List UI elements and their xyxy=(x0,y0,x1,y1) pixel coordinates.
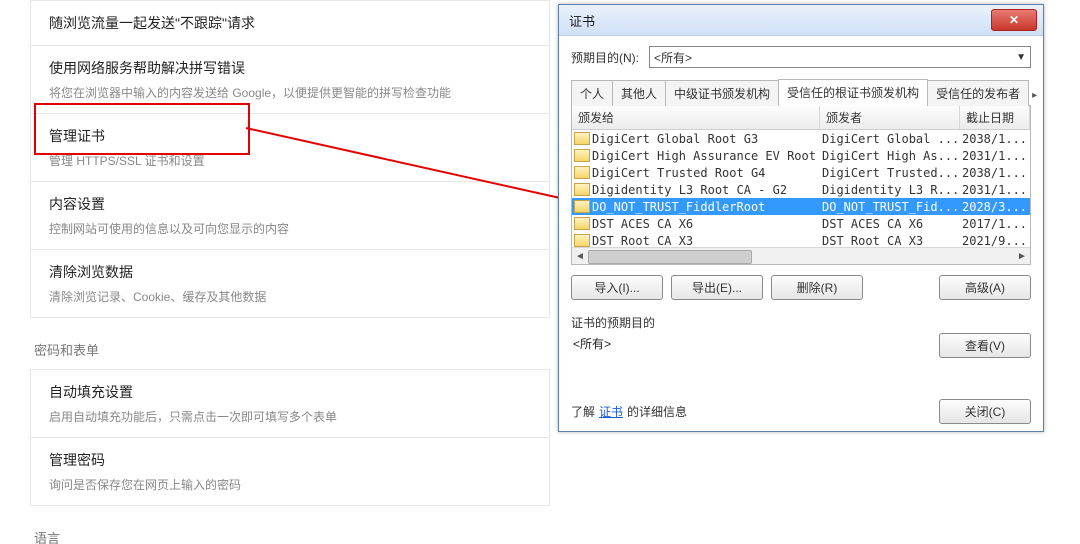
cert-row[interactable]: DO_NOT_TRUST_FiddlerRoot DO_NOT_TRUST_Fid… xyxy=(572,198,1030,215)
setting-subtitle: 询问是否保存您在网页上输入的密码 xyxy=(49,476,531,493)
cert-tabs: 个人 其他人 中级证书颁发机构 受信任的根证书颁发机构 受信任的发布者 ▸ xyxy=(571,78,1031,106)
cert-issued-by: DigiCert High As... xyxy=(820,149,960,163)
setting-title: 随浏览流量一起发送"不跟踪"请求 xyxy=(49,13,531,33)
chevron-down-icon: ▼ xyxy=(1016,52,1026,63)
intended-purpose-combobox[interactable]: <所有> ▼ xyxy=(649,46,1031,68)
export-button[interactable]: 导出(E)... xyxy=(671,275,763,300)
scroll-right-icon[interactable]: ► xyxy=(1014,251,1030,262)
remove-button[interactable]: 删除(R) xyxy=(771,275,863,300)
cert-row[interactable]: DigiCert Trusted Root G4 DigiCert Trusted… xyxy=(572,164,1030,181)
cert-issued-by: DST Root CA X3 xyxy=(820,234,960,248)
cert-issued-by: DST ACES CA X6 xyxy=(820,217,960,231)
cert-issued-by: DO_NOT_TRUST_Fid... xyxy=(820,200,960,214)
view-button[interactable]: 查看(V) xyxy=(939,333,1031,358)
tab-intermediate-ca[interactable]: 中级证书颁发机构 xyxy=(665,80,779,106)
dialog-titlebar[interactable]: 证书 ✕ xyxy=(559,5,1043,36)
tab-overflow-icon[interactable]: ▸ xyxy=(1028,86,1041,105)
cert-list: 颁发给 颁发者 截止日期 DigiCert Global Root G3Digi… xyxy=(571,106,1031,265)
scroll-thumb[interactable] xyxy=(588,250,752,264)
cert-row[interactable]: DST ACES CA X6DST ACES CA X62017/1... xyxy=(572,215,1030,232)
setting-subtitle: 启用自动填充功能后，只需点击一次即可填写多个表单 xyxy=(49,408,531,425)
cert-expiry: 2028/3... xyxy=(960,200,1030,214)
cert-issued-to: DigiCert Global Root G3 xyxy=(592,132,758,146)
cert-expiry: 2017/1... xyxy=(960,217,1030,231)
certificate-icon xyxy=(574,217,590,230)
cert-row[interactable]: DigiCert Global Root G3 DigiCert Global .… xyxy=(572,130,1030,147)
cert-issued-to: DigiCert Trusted Root G4 xyxy=(592,166,765,180)
setting-title: 内容设置 xyxy=(49,194,531,214)
setting-item-clear-data[interactable]: 清除浏览数据 清除浏览记录、Cookie、缓存及其他数据 xyxy=(30,250,550,318)
section-heading-passwords: 密码和表单 xyxy=(34,340,546,359)
cert-expiry: 2031/1... xyxy=(960,149,1030,163)
setting-item-dnt[interactable]: 随浏览流量一起发送"不跟踪"请求 xyxy=(30,0,550,46)
scroll-left-icon[interactable]: ◄ xyxy=(572,251,588,262)
setting-title: 管理证书 xyxy=(49,126,531,146)
setting-item-autofill[interactable]: 自动填充设置 启用自动填充功能后，只需点击一次即可填写多个表单 xyxy=(30,369,550,438)
cert-issued-to: DigiCert High Assurance EV Root CA xyxy=(592,149,820,163)
cert-row[interactable]: DigiCert High Assurance EV Root CADigiCe… xyxy=(572,147,1030,164)
cert-intended-purpose-label: 证书的预期目的 xyxy=(571,314,1031,331)
cert-issued-by: Digidentity L3 R... xyxy=(820,183,960,197)
certificate-icon xyxy=(574,149,590,162)
setting-item-spellcheck[interactable]: 使用网络服务帮助解决拼写错误 将您在浏览器中输入的内容发送给 Google，以便… xyxy=(30,46,550,114)
certificate-icon xyxy=(574,132,590,145)
tab-trusted-publishers[interactable]: 受信任的发布者 xyxy=(927,80,1029,106)
cert-row[interactable]: Digidentity L3 Root CA - G2 Digidentity L… xyxy=(572,181,1030,198)
section-heading-language: 语言 xyxy=(34,528,546,544)
cert-expiry: 2021/9... xyxy=(960,234,1030,248)
dialog-title: 证书 xyxy=(569,11,991,30)
tab-trusted-root-ca[interactable]: 受信任的根证书颁发机构 xyxy=(778,79,928,106)
setting-subtitle: 将您在浏览器中输入的内容发送给 Google，以便提供更智能的拼写检查功能 xyxy=(49,84,531,101)
combobox-value: <所有> xyxy=(654,49,692,66)
setting-subtitle: 控制网站可使用的信息以及可向您显示的内容 xyxy=(49,220,531,237)
cert-issued-to: DO_NOT_TRUST_FiddlerRoot xyxy=(592,200,765,214)
intended-purpose-label: 预期目的(N): xyxy=(571,49,639,66)
certificate-icon xyxy=(574,166,590,179)
setting-title: 管理密码 xyxy=(49,450,531,470)
tab-other-people[interactable]: 其他人 xyxy=(612,80,666,106)
learn-prefix: 了解 xyxy=(571,403,595,420)
cert-issued-to: Digidentity L3 Root CA - G2 xyxy=(592,183,787,197)
close-button[interactable]: ✕ xyxy=(991,9,1037,31)
setting-title: 使用网络服务帮助解决拼写错误 xyxy=(49,58,531,78)
setting-title: 自动填充设置 xyxy=(49,382,531,402)
column-issued-by[interactable]: 颁发者 xyxy=(820,106,960,129)
setting-item-manage-passwords[interactable]: 管理密码 询问是否保存您在网页上输入的密码 xyxy=(30,438,550,506)
scroll-track[interactable] xyxy=(588,248,1014,264)
cert-issued-by: DigiCert Trusted... xyxy=(820,166,960,180)
horizontal-scrollbar[interactable]: ◄ ► xyxy=(572,247,1030,264)
cert-issued-by: DigiCert Global ... xyxy=(820,132,960,146)
certificate-icon xyxy=(574,200,590,213)
column-issued-to[interactable]: 颁发给 xyxy=(572,106,820,129)
learn-suffix: 的详细信息 xyxy=(627,403,687,420)
close-icon: ✕ xyxy=(1009,13,1019,27)
column-expiry[interactable]: 截止日期 xyxy=(960,106,1030,129)
certificate-icon xyxy=(574,234,590,247)
cert-issued-to: DST Root CA X3 xyxy=(592,234,693,248)
tab-personal[interactable]: 个人 xyxy=(571,80,613,106)
advanced-button[interactable]: 高级(A) xyxy=(939,275,1031,300)
import-button[interactable]: 导入(I)... xyxy=(571,275,663,300)
setting-item-manage-certs[interactable]: 管理证书 管理 HTTPS/SSL 证书和设置 xyxy=(30,114,550,182)
cert-expiry: 2038/1... xyxy=(960,166,1030,180)
certificate-icon xyxy=(574,183,590,196)
cert-intended-purpose-value: <所有> xyxy=(573,335,611,352)
setting-subtitle: 管理 HTTPS/SSL 证书和设置 xyxy=(49,152,531,169)
setting-subtitle: 清除浏览记录、Cookie、缓存及其他数据 xyxy=(49,288,531,305)
learn-certificates-link[interactable]: 证书 xyxy=(599,403,623,420)
setting-item-content[interactable]: 内容设置 控制网站可使用的信息以及可向您显示的内容 xyxy=(30,182,550,250)
chrome-settings-panel: 随浏览流量一起发送"不跟踪"请求 使用网络服务帮助解决拼写错误 将您在浏览器中输… xyxy=(30,0,550,544)
cert-issued-to: DST ACES CA X6 xyxy=(592,217,693,231)
cert-expiry: 2038/1... xyxy=(960,132,1030,146)
close-dialog-button[interactable]: 关闭(C) xyxy=(939,399,1031,424)
cert-list-header: 颁发给 颁发者 截止日期 xyxy=(572,106,1030,130)
setting-title: 清除浏览数据 xyxy=(49,262,531,282)
cert-expiry: 2031/1... xyxy=(960,183,1030,197)
certificates-dialog: 证书 ✕ 预期目的(N): <所有> ▼ 个人 其他人 中级证书颁发机构 受信任… xyxy=(558,4,1044,432)
